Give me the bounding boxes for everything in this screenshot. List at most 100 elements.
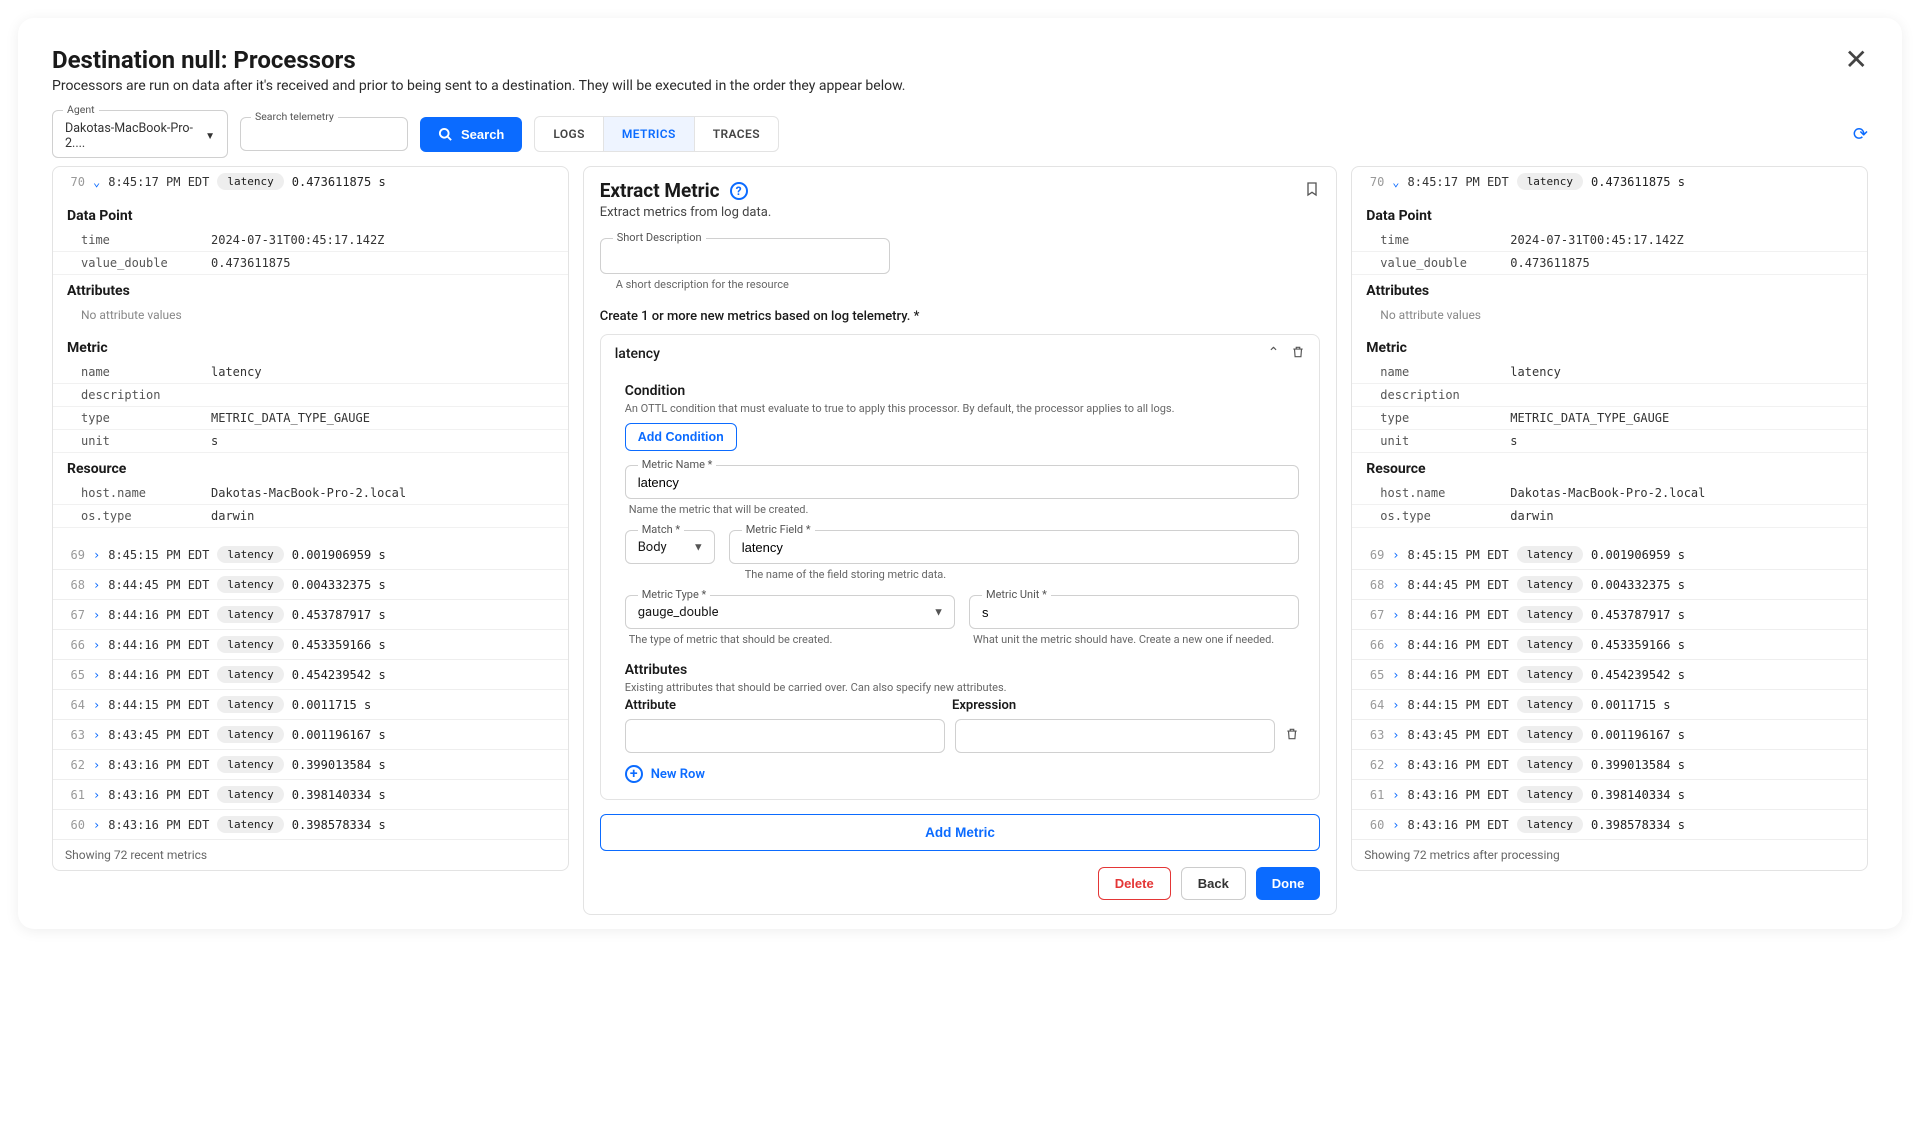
row-value: 0.453359166 s (1591, 638, 1685, 652)
telemetry-row[interactable]: 62 › 8:43:16 PM EDT latency 0.399013584 … (1352, 749, 1867, 779)
telemetry-row[interactable]: 62 › 8:43:16 PM EDT latency 0.399013584 … (53, 749, 568, 779)
row-tag: latency (217, 576, 283, 593)
chevron-down-icon: ▼ (933, 606, 944, 619)
metric-unit-field: Metric Unit * (969, 595, 1299, 629)
attributes-header: Attributes (1352, 275, 1867, 304)
help-icon[interactable]: ? (730, 182, 748, 200)
telemetry-row[interactable]: 60 › 8:43:16 PM EDT latency 0.398578334 … (1352, 809, 1867, 839)
telemetry-row[interactable]: 69 › 8:45:15 PM EDT latency 0.001906959 … (1352, 540, 1867, 569)
row-index: 65 (1362, 668, 1384, 682)
row-time: 8:44:16 PM EDT (108, 608, 209, 622)
row-value: 0.001196167 s (1591, 728, 1685, 742)
row-index: 61 (63, 788, 85, 802)
row-index: 60 (1362, 818, 1384, 832)
match-select[interactable]: Match * Body ▼ (625, 530, 715, 564)
chevron-right-icon: › (93, 698, 100, 712)
row-value: 0.399013584 s (1591, 758, 1685, 772)
no-attributes: No attribute values (1352, 304, 1867, 332)
row-time: 8:44:16 PM EDT (1408, 608, 1509, 622)
search-icon (438, 127, 453, 142)
bookmark-icon[interactable] (1304, 180, 1320, 202)
chevron-down-icon[interactable]: ⌄ (1392, 175, 1399, 189)
row-time: 8:44:15 PM EDT (108, 698, 209, 712)
chevron-right-icon: › (93, 758, 100, 772)
row-time: 8:44:45 PM EDT (108, 578, 209, 592)
processor-subtitle: Extract metrics from log data. (600, 205, 1321, 220)
chevron-right-icon: › (93, 788, 100, 802)
chevron-right-icon: › (93, 548, 100, 562)
telemetry-row[interactable]: 60 › 8:43:16 PM EDT latency 0.398578334 … (53, 809, 568, 839)
telemetry-row[interactable]: 65 › 8:44:16 PM EDT latency 0.454239542 … (53, 659, 568, 689)
refresh-button[interactable]: ⟳ (1853, 124, 1868, 145)
tab-metrics[interactable]: METRICS (603, 117, 695, 151)
row-time: 8:43:16 PM EDT (1408, 788, 1509, 802)
row-index: 64 (1362, 698, 1384, 712)
metric-type-select[interactable]: Metric Type * gauge_double ▼ (625, 595, 955, 629)
row-tag: latency (217, 546, 283, 563)
delete-button[interactable]: Delete (1098, 867, 1171, 900)
telemetry-row[interactable]: 68 › 8:44:45 PM EDT latency 0.004332375 … (1352, 569, 1867, 599)
attribute-input[interactable] (625, 719, 945, 753)
row-tag: latency (1517, 173, 1583, 190)
row-tag: latency (1517, 666, 1583, 683)
close-button[interactable]: ✕ (1845, 46, 1868, 74)
metric-type-value: gauge_double (638, 605, 719, 620)
metric-unit-input[interactable] (982, 605, 1286, 620)
telemetry-row[interactable]: 61 › 8:43:16 PM EDT latency 0.398140334 … (53, 779, 568, 809)
kv-row: value_double0.473611875 (53, 252, 568, 275)
telemetry-row[interactable]: 64 › 8:44:15 PM EDT latency 0.0011715 s (1352, 689, 1867, 719)
detail-block: Data Point time2024-07-31T00:45:17.142Zv… (53, 196, 568, 540)
telemetry-row[interactable]: 61 › 8:43:16 PM EDT latency 0.398140334 … (1352, 779, 1867, 809)
resource-header: Resource (1352, 453, 1867, 482)
add-metric-button[interactable]: Add Metric (600, 814, 1321, 851)
metric-type-hint: The type of metric that should be create… (629, 633, 955, 646)
search-telemetry-field[interactable]: Search telemetry (240, 117, 408, 151)
kv-row: time2024-07-31T00:45:17.142Z (53, 229, 568, 252)
row-time: 8:43:45 PM EDT (108, 728, 209, 742)
telemetry-row[interactable]: 64 › 8:44:15 PM EDT latency 0.0011715 s (53, 689, 568, 719)
delete-metric-icon[interactable] (1291, 345, 1305, 363)
toolbar: Agent Dakotas-MacBook-Pro-2.... ▼ Search… (52, 110, 1868, 158)
back-button[interactable]: Back (1181, 867, 1246, 900)
row-time: 8:43:16 PM EDT (108, 758, 209, 772)
short-description-field[interactable]: Short Description (600, 238, 890, 274)
search-button[interactable]: Search (420, 117, 522, 152)
telemetry-row[interactable]: 63 › 8:43:45 PM EDT latency 0.001196167 … (1352, 719, 1867, 749)
row-time: 8:44:16 PM EDT (1408, 638, 1509, 652)
telemetry-row[interactable]: 65 › 8:44:16 PM EDT latency 0.454239542 … (1352, 659, 1867, 689)
row-index: 67 (1362, 608, 1384, 622)
short-description-input[interactable] (613, 251, 877, 266)
new-row-button[interactable]: + New Row (625, 765, 705, 783)
add-condition-button[interactable]: Add Condition (625, 423, 737, 451)
attr-col-attribute: Attribute (625, 698, 952, 713)
collapse-icon[interactable]: ⌃ (1268, 345, 1280, 363)
search-input[interactable] (253, 128, 395, 144)
telemetry-row[interactable]: 67 › 8:44:16 PM EDT latency 0.453787917 … (1352, 599, 1867, 629)
chevron-down-icon[interactable]: ⌄ (93, 175, 100, 189)
kv-row: namelatency (53, 361, 568, 384)
row-time: 8:45:15 PM EDT (1408, 548, 1509, 562)
metric-field-input[interactable] (742, 540, 1287, 555)
tab-traces[interactable]: TRACES (695, 117, 778, 151)
expression-input[interactable] (955, 719, 1275, 753)
agent-select[interactable]: Agent Dakotas-MacBook-Pro-2.... ▼ (52, 110, 228, 158)
metric-name-input[interactable] (638, 475, 1287, 490)
telemetry-row[interactable]: 66 › 8:44:16 PM EDT latency 0.453359166 … (53, 629, 568, 659)
row-index: 68 (63, 578, 85, 592)
telemetry-row[interactable]: 66 › 8:44:16 PM EDT latency 0.453359166 … (1352, 629, 1867, 659)
tab-logs[interactable]: LOGS (535, 117, 603, 151)
processor-title: Extract Metric (600, 179, 720, 202)
telemetry-row[interactable]: 68 › 8:44:45 PM EDT latency 0.004332375 … (53, 569, 568, 599)
row-index: 64 (63, 698, 85, 712)
telemetry-row[interactable]: 67 › 8:44:16 PM EDT latency 0.453787917 … (53, 599, 568, 629)
page-subtitle: Processors are run on data after it's re… (52, 78, 1868, 94)
row-tag: latency (1517, 546, 1583, 563)
telemetry-row[interactable]: 63 › 8:43:45 PM EDT latency 0.001196167 … (53, 719, 568, 749)
telemetry-row[interactable]: 69 › 8:45:15 PM EDT latency 0.001906959 … (53, 540, 568, 569)
delete-row-icon[interactable] (1285, 727, 1299, 745)
chevron-down-icon: ▼ (693, 541, 704, 554)
agent-value: Dakotas-MacBook-Pro-2.... (65, 121, 205, 151)
row-tag: latency (1517, 786, 1583, 803)
done-button[interactable]: Done (1256, 867, 1321, 900)
row-index: 66 (63, 638, 85, 652)
